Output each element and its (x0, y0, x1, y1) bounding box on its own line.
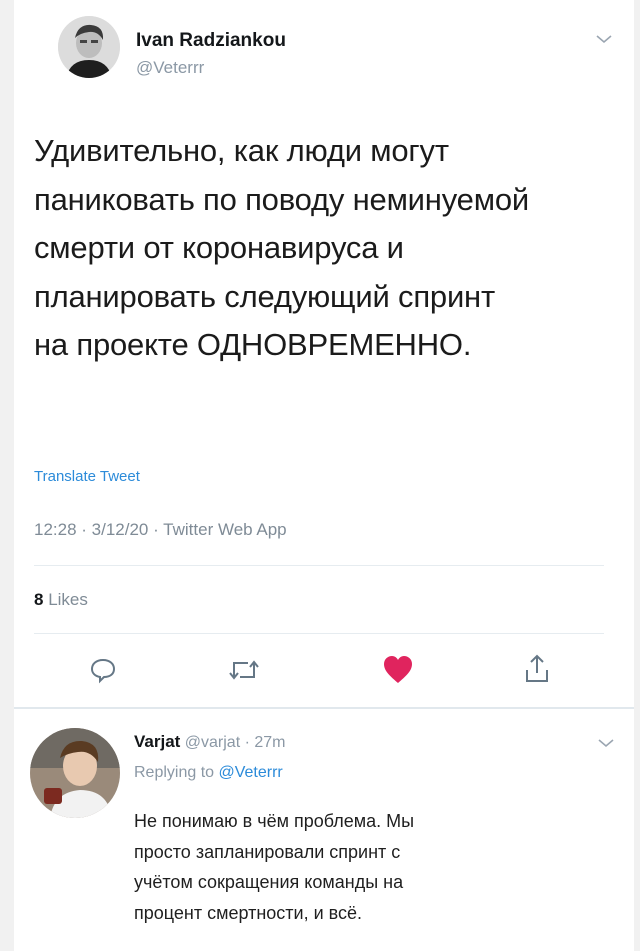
reply-line: процент смертности, и всё. (134, 902, 362, 923)
reply-author-avatar[interactable] (30, 728, 120, 818)
reply-icon (90, 658, 116, 684)
likes-label: Likes (48, 590, 88, 609)
tweet-line: на проекте ОДНОВРЕМЕННО. (34, 327, 472, 362)
reply-author-name[interactable]: Varjat (134, 732, 180, 751)
reply-button[interactable] (88, 655, 118, 685)
heart-icon (384, 656, 412, 683)
share-icon (526, 654, 548, 682)
reply-line: учётом сокращения команды на (134, 872, 404, 892)
reply-author-handle[interactable]: @varjat (185, 734, 240, 751)
retweet-button[interactable] (228, 657, 260, 683)
tweet-line: планировать следующий спринт (34, 278, 495, 314)
replying-to-handle[interactable]: @Veterrr (219, 764, 283, 781)
share-button[interactable] (522, 653, 552, 685)
tweet-line: смерти от коронавируса и (34, 230, 404, 265)
replying-to: Replying to @Veterrr (134, 764, 283, 782)
tweet-text: Удивительно, как люди могут паниковать п… (34, 127, 529, 370)
replying-to-label: Replying to (134, 764, 215, 781)
chevron-down-icon[interactable] (594, 30, 614, 51)
divider (34, 633, 604, 634)
tweet-timestamp[interactable]: 12:28 · 3/12/20 · Twitter Web App (34, 520, 287, 540)
like-button[interactable] (382, 655, 414, 685)
reply-time[interactable]: · 27m (245, 734, 286, 751)
divider (34, 565, 604, 566)
chevron-down-icon[interactable] (596, 734, 616, 755)
retweet-icon (229, 660, 259, 680)
author-handle[interactable]: @Veterrr (136, 58, 204, 78)
divider (14, 707, 634, 709)
translate-tweet-link[interactable]: Translate Tweet (34, 468, 140, 485)
reply-header: Varjat @varjat · 27m (134, 732, 286, 752)
reply-line: Не понимаю в чём проблема. Мы (134, 811, 415, 831)
likes-count[interactable]: 8 Likes (34, 590, 88, 610)
author-avatar[interactable] (58, 16, 120, 78)
author-name[interactable]: Ivan Radziankou (136, 30, 286, 52)
reply-line: просто запланировали спринт с (134, 841, 401, 862)
likes-number: 8 (34, 590, 44, 609)
tweet-line: паниковать по поводу неминуемой (34, 181, 529, 217)
tweet-line: Удивительно, как люди могут (34, 133, 449, 168)
reply-text: Не понимаю в чём проблема. Мы просто зап… (134, 806, 414, 928)
